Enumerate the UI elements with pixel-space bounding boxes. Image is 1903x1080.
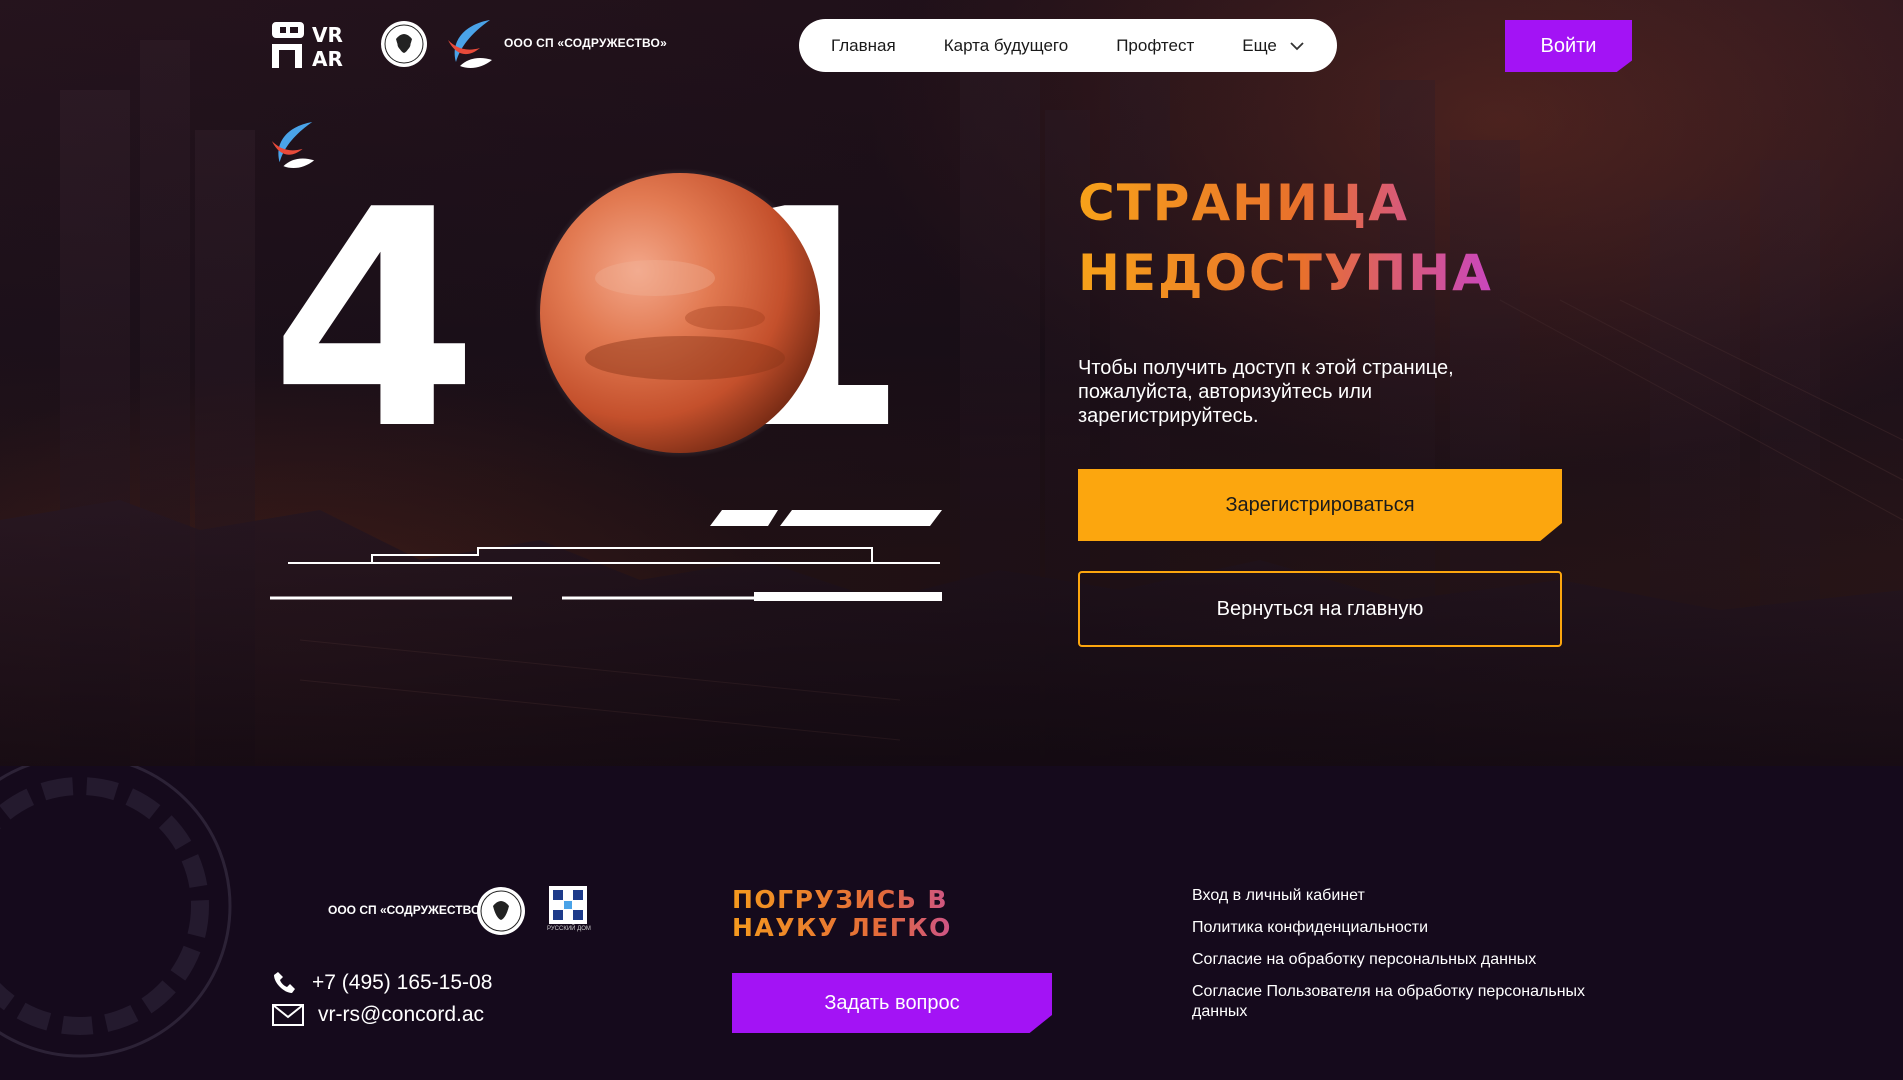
rossotrudnichestvo-seal-logo[interactable]: [379, 19, 429, 69]
footer-org-name: ООО СП «СОДРУЖЕСТВО»: [328, 903, 487, 917]
access-description: Чтобы получить доступ к этой странице, п…: [1078, 357, 1454, 427]
nav-item-more[interactable]: Еще: [1242, 36, 1305, 56]
login-button[interactable]: Войти: [1505, 20, 1632, 72]
title-line-2: НЕДОСТУПНА: [1078, 244, 1493, 302]
title-line-1: СТРАНИЦА: [1078, 174, 1409, 232]
nav-item-home[interactable]: Главная: [831, 36, 896, 56]
vr-ar-logo[interactable]: VR AR: [272, 20, 360, 70]
nav-item-future-map[interactable]: Карта будущего: [944, 36, 1068, 56]
svg-text:VR: VR: [312, 23, 343, 47]
footer-links: Вход в личный кабинет Политика конфиденц…: [1192, 886, 1632, 1034]
phone-number: +7 (495) 165-15-08: [312, 971, 493, 994]
sodruzhestvo-logo[interactable]: [446, 18, 496, 70]
mars-planet-image: [535, 168, 825, 458]
page-title: СТРАНИЦА НЕДОСТУПНА: [1078, 168, 1638, 308]
decorative-ring: [0, 766, 232, 1058]
footer-link-cabinet[interactable]: Вход в личный кабинет: [1192, 886, 1632, 906]
site-header: VR AR ООО СП «СОДРУЖЕСТВО» Главная Карта…: [0, 0, 1903, 92]
chevron-down-icon: [1290, 41, 1304, 50]
phone-icon: [274, 972, 295, 993]
email-address: vr-rs@concord.ac: [318, 1003, 485, 1026]
org-name: ООО СП «СОДРУЖЕСТВО»: [504, 36, 667, 50]
svg-text:AR: AR: [312, 47, 343, 70]
back-home-button[interactable]: Вернуться на главную: [1078, 571, 1562, 647]
ask-question-button[interactable]: Задать вопрос: [732, 973, 1052, 1033]
footer-phone[interactable]: +7 (495) 165-15-08: [272, 970, 492, 996]
register-button[interactable]: Зарегистрироваться: [1078, 469, 1562, 541]
nav-item-more-label: Еще: [1242, 35, 1277, 55]
slogan-line-2: НАУКУ ЛЕГКО: [732, 913, 952, 942]
footer-slogan: ПОГРУЗИСЬ В НАУКУ ЛЕГКО: [732, 886, 1032, 942]
footer-email[interactable]: vr-rs@concord.ac: [272, 1003, 484, 1027]
decorative-lines: [270, 510, 942, 601]
russky-dom-label: РУССКИЙ ДОМ: [547, 926, 591, 932]
footer-link-privacy[interactable]: Политика конфиденциальности: [1192, 918, 1632, 938]
email-icon: [272, 1004, 304, 1026]
main-nav: Главная Карта будущего Профтест Еще: [799, 19, 1337, 72]
footer-seal-logo[interactable]: [475, 885, 527, 937]
footer-link-consent[interactable]: Согласие на обработку персональных данны…: [1192, 950, 1632, 970]
footer-sodruzhestvo-logo[interactable]: [270, 120, 318, 170]
code-digit-left: 4: [270, 168, 479, 458]
slogan-line-1: ПОГРУЗИСЬ В: [732, 885, 949, 914]
nav-item-proftest[interactable]: Профтест: [1116, 36, 1194, 56]
footer-link-user-consent[interactable]: Согласие Пользователя на обработку персо…: [1192, 982, 1632, 1022]
